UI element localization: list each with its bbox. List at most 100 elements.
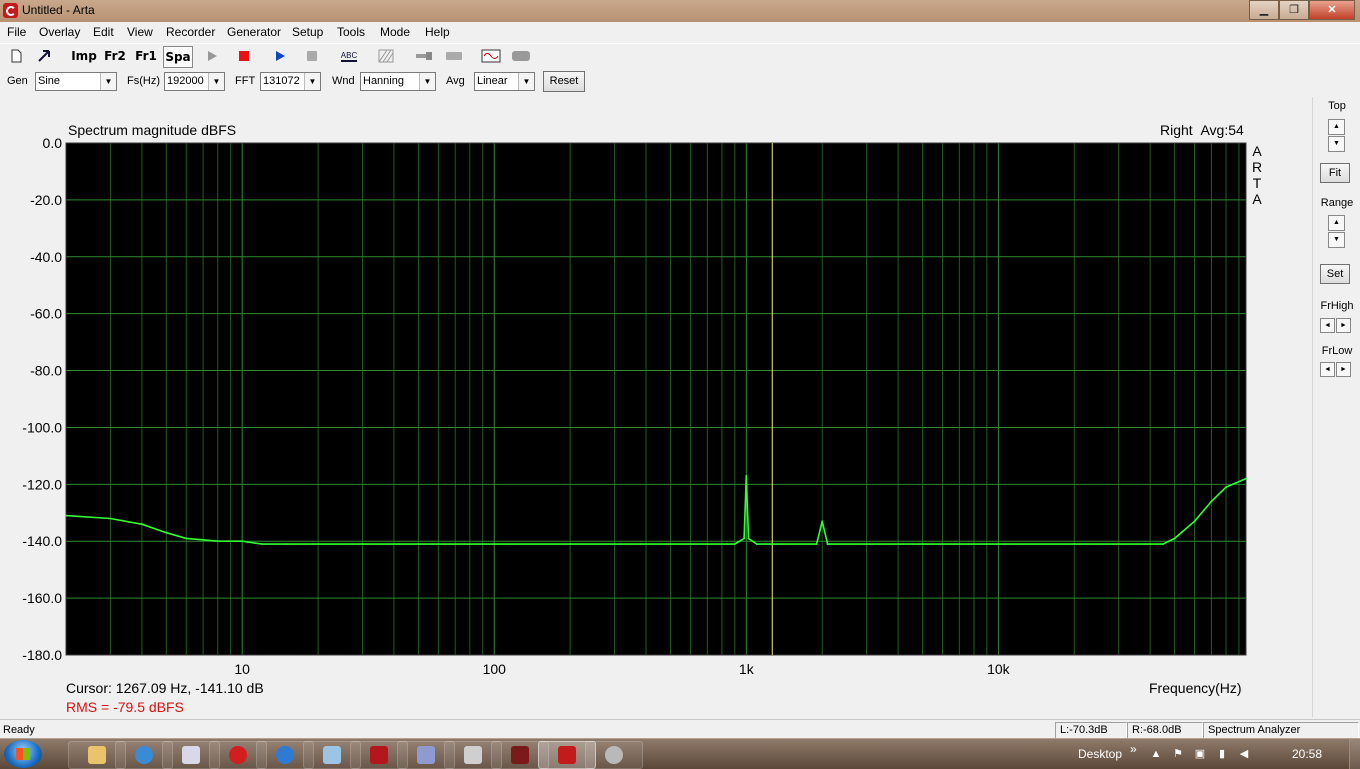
spectrum-point (815, 543, 818, 545)
reset-button[interactable]: Reset (543, 71, 585, 92)
frhigh-label: FrHigh (1320, 300, 1354, 312)
wnd-select[interactable]: Hanning ▼ (360, 72, 436, 91)
avg-label: Avg (446, 75, 465, 87)
fft-select[interactable]: 131072 ▼ (260, 72, 321, 91)
fs-value: 192000 (167, 75, 204, 87)
y-tick-label: -100.0 (22, 419, 62, 435)
app-icon (511, 746, 529, 764)
top-label: Top (1328, 100, 1346, 112)
gen-label: Gen (7, 75, 28, 87)
frhigh-right-button[interactable]: ► (1336, 318, 1351, 333)
tray-up-arrow-icon[interactable]: ▲ (1150, 748, 1162, 760)
chevron-icon[interactable]: » (1130, 742, 1137, 756)
spa-label: Spa (165, 50, 191, 64)
abc-label: ABC (340, 50, 358, 62)
menu-overlay[interactable]: Overlay (39, 25, 80, 39)
impulse-mode-button[interactable]: Imp (70, 46, 98, 66)
menu-file[interactable]: File (7, 25, 26, 39)
clock[interactable]: 20:58 (1292, 747, 1322, 761)
fs-select[interactable]: 192000 ▼ (164, 72, 225, 91)
signal-icon[interactable]: ▮ (1216, 748, 1228, 760)
open-icon (38, 50, 50, 62)
taskbar-app-d[interactable] (585, 741, 643, 769)
fit-button[interactable]: Fit (1320, 163, 1350, 183)
fr1-mode-button[interactable]: Fr1 (132, 46, 160, 66)
spectrum-point (1149, 543, 1152, 545)
abc-button[interactable]: ABC (336, 46, 362, 66)
spectrum-point (185, 537, 188, 540)
spectrum-chart[interactable]: 0.0 -20.0 -40.0 -60.0 -80.0 -100.0 -120.0 -140.… (0, 97, 1310, 717)
frlow-left-button[interactable]: ◄ (1320, 362, 1335, 377)
volume-icon[interactable]: ◀ (1238, 748, 1250, 760)
new-file-icon (11, 49, 22, 63)
grid-tool-button[interactable] (374, 46, 398, 66)
menu-help[interactable]: Help (425, 25, 450, 39)
avg-select[interactable]: Linear ▼ (474, 72, 535, 91)
chevron-down-icon: ▼ (419, 73, 435, 90)
gen-select[interactable]: Sine ▼ (35, 72, 117, 91)
frhigh-left-button[interactable]: ◄ (1320, 318, 1335, 333)
close-button[interactable]: ✕ (1309, 0, 1355, 20)
menu-recorder[interactable]: Recorder (166, 25, 215, 39)
play-icon (208, 51, 217, 61)
fr2-mode-button[interactable]: Fr2 (101, 46, 129, 66)
start-button[interactable] (4, 740, 42, 768)
window-title: Untitled - Arta (22, 3, 95, 17)
opera-icon (229, 746, 247, 764)
imp-label: Imp (71, 49, 97, 63)
title-bar: Untitled - Arta ▁ ❐ ✕ (0, 0, 1360, 23)
range-down-button[interactable]: ▼ (1328, 232, 1345, 248)
play-button[interactable] (200, 46, 224, 66)
gen-value: Sine (38, 75, 61, 87)
cursor-readout: Cursor: 1267.09 Hz, -141.10 dB (66, 680, 264, 696)
minimize-button[interactable]: ▁ (1249, 0, 1279, 20)
graph-title: Spectrum magnitude dBFS (68, 122, 237, 138)
device-button[interactable] (442, 46, 466, 66)
spectrum-point (733, 543, 736, 545)
speaker-button[interactable] (509, 46, 533, 66)
show-desktop-button[interactable] (1349, 739, 1360, 769)
spectrum-point (317, 543, 319, 545)
monitor-icon[interactable]: ▣ (1194, 748, 1206, 760)
set-button[interactable]: Set (1320, 264, 1350, 284)
spectrum-point (826, 543, 829, 545)
toolbar: Imp Fr2 Fr1 Spa ABC (0, 43, 1360, 70)
range-up-button[interactable]: ▲ (1328, 215, 1345, 231)
open-button[interactable] (32, 46, 56, 66)
flag-icon[interactable]: ⚑ (1172, 748, 1184, 760)
record-button[interactable] (232, 46, 256, 66)
generator-button[interactable] (479, 46, 503, 66)
menu-mode[interactable]: Mode (380, 25, 410, 39)
menu-generator[interactable]: Generator (227, 25, 281, 39)
new-file-button[interactable] (4, 46, 28, 66)
menu-tools[interactable]: Tools (337, 25, 365, 39)
fr2-label: Fr2 (104, 49, 126, 63)
top-down-button[interactable]: ▼ (1328, 136, 1345, 152)
chevron-down-icon: ▼ (518, 73, 534, 90)
menu-edit[interactable]: Edit (93, 25, 114, 39)
spectrum-point (1245, 477, 1247, 480)
x-axis-label: Frequency(Hz) (1149, 680, 1242, 696)
spa-mode-button[interactable]: Spa (163, 46, 193, 68)
y-tick-label: -20.0 (30, 192, 62, 208)
probe-button[interactable] (412, 46, 436, 66)
run-button[interactable] (268, 46, 292, 66)
top-up-button[interactable]: ▲ (1328, 119, 1345, 135)
stop-button[interactable] (300, 46, 324, 66)
speaker-icon (512, 51, 530, 61)
frlow-right-button[interactable]: ► (1336, 362, 1351, 377)
spectrum-point (202, 538, 205, 541)
app-icon (464, 746, 482, 764)
spectrum-point (997, 543, 1000, 545)
maximize-button[interactable]: ❐ (1279, 0, 1309, 20)
spectrum-point (1193, 520, 1196, 523)
x-tick-label: 1k (739, 661, 755, 677)
spectrum-point (755, 543, 758, 545)
menu-setup[interactable]: Setup (292, 25, 323, 39)
spectrum-point (216, 540, 219, 543)
desktop-toolbar[interactable]: Desktop (1078, 747, 1122, 761)
menu-view[interactable]: View (127, 25, 153, 39)
arta-app-icon[interactable] (3, 3, 18, 18)
y-tick-label: -180.0 (22, 647, 62, 663)
folder-icon (88, 746, 106, 764)
